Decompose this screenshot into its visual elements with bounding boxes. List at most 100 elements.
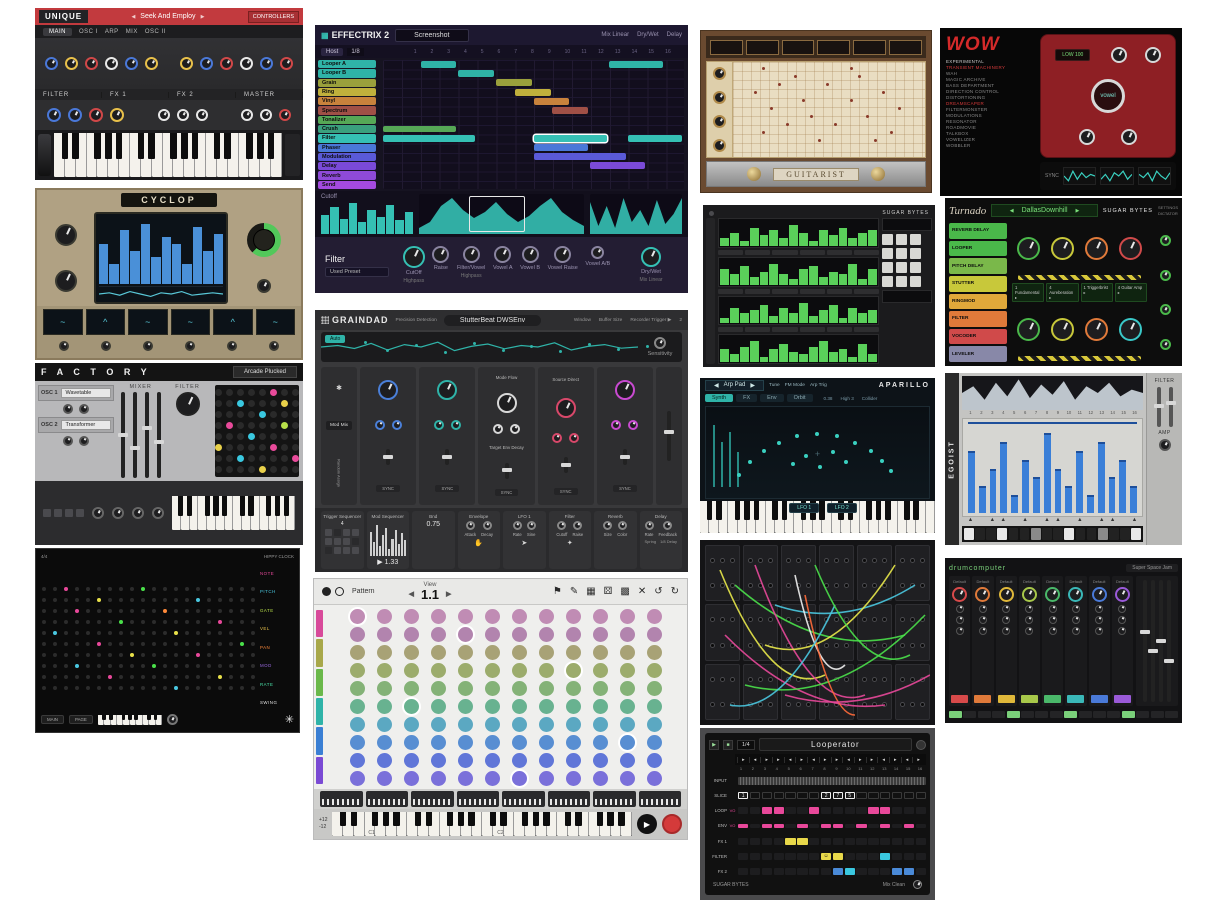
sequence-circle[interactable] [566, 627, 581, 642]
matrix-cell[interactable] [248, 422, 255, 429]
clock-dot[interactable] [97, 631, 101, 635]
sequence-circle[interactable] [458, 753, 473, 768]
step-led[interactable] [1079, 711, 1092, 718]
sequence-circle[interactable] [431, 663, 446, 678]
step-led[interactable] [1165, 711, 1178, 718]
effect-row[interactable]: Delay [318, 162, 376, 170]
jack[interactable] [900, 702, 905, 707]
clock-dot[interactable] [251, 620, 255, 624]
sequence-circle[interactable] [593, 663, 608, 678]
step-led[interactable] [992, 711, 1005, 718]
knob[interactable] [45, 57, 58, 70]
effect-slot[interactable]: LEVELER [949, 346, 1007, 362]
jack[interactable] [796, 583, 801, 588]
sequence-circle[interactable] [431, 717, 446, 732]
lane-3[interactable] [718, 296, 879, 326]
clock-dot[interactable] [196, 653, 200, 657]
effect-row[interactable]: Vinyl [318, 97, 376, 105]
jack[interactable] [758, 558, 763, 563]
jack[interactable] [844, 558, 849, 563]
lane-buttons[interactable] [718, 327, 879, 332]
sequence-circle[interactable] [647, 663, 662, 678]
wobble-display[interactable]: ~ [256, 309, 296, 335]
matrix-cell[interactable] [248, 455, 255, 462]
lane-tab[interactable] [316, 610, 323, 637]
filter-cell[interactable] [880, 853, 890, 860]
clock-dot[interactable] [130, 642, 134, 646]
sequence-circle[interactable] [377, 609, 392, 624]
clock-dot[interactable] [163, 587, 167, 591]
clock-dot[interactable] [108, 675, 112, 679]
clock-dot[interactable] [251, 686, 255, 690]
lane-buttons[interactable] [718, 250, 879, 255]
fx2-cell[interactable] [904, 868, 914, 875]
slice-cell[interactable] [880, 792, 890, 799]
column-slider[interactable] [445, 449, 449, 465]
clock-dot[interactable] [53, 686, 57, 690]
sequence-bar[interactable] [628, 135, 683, 142]
clock-dot[interactable] [130, 598, 134, 602]
sequence-circle[interactable] [647, 735, 662, 750]
sequence-circle[interactable] [593, 735, 608, 750]
slice-cell[interactable] [785, 792, 795, 799]
sequence-circle[interactable] [350, 609, 365, 624]
piano-key-black[interactable] [754, 501, 760, 520]
knob[interactable] [713, 91, 726, 104]
clock-dot[interactable] [152, 642, 156, 646]
lane-label[interactable]: GATE [260, 608, 294, 613]
knob[interactable] [618, 521, 627, 530]
wobble-display[interactable]: ^ [86, 309, 126, 335]
sequence-circle[interactable] [404, 627, 419, 642]
clock-dot[interactable] [97, 598, 101, 602]
env-cell[interactable] [821, 824, 831, 828]
toolbar-icon[interactable]: ▦ [586, 586, 595, 597]
clock-dot[interactable] [218, 653, 222, 657]
env-cell[interactable] [774, 824, 784, 828]
control-box[interactable] [853, 40, 886, 55]
clock-dot[interactable] [108, 587, 112, 591]
knob[interactable] [713, 115, 726, 128]
clock-dot[interactable] [42, 664, 46, 668]
matrix-cell[interactable] [292, 389, 299, 396]
sequence-circle[interactable] [404, 753, 419, 768]
knob[interactable] [1119, 318, 1142, 341]
clock-dot[interactable] [75, 675, 79, 679]
matrix-cell[interactable] [259, 433, 266, 440]
modular-module[interactable] [743, 604, 778, 660]
small-knob[interactable] [1118, 627, 1126, 635]
piano-key-black[interactable] [205, 496, 210, 516]
clock-dot[interactable] [75, 653, 79, 657]
clock-dot[interactable] [174, 598, 178, 602]
matrix-cell[interactable] [270, 455, 277, 462]
clock-dot[interactable] [240, 598, 244, 602]
sequence-circle[interactable] [350, 699, 365, 714]
drum-pad[interactable] [951, 695, 968, 703]
slice-cell[interactable]: 2 [821, 792, 831, 799]
jack[interactable] [872, 583, 877, 588]
preset-display[interactable]: StutterBeat DWSEnv [444, 315, 541, 326]
clock-dot[interactable] [119, 686, 123, 690]
clock-dot[interactable] [196, 587, 200, 591]
knob[interactable] [68, 108, 82, 122]
clock-dot[interactable] [196, 631, 200, 635]
piano-key-black[interactable] [340, 812, 346, 826]
slice-cell[interactable] [797, 792, 807, 799]
lane-tab[interactable] [316, 669, 323, 696]
clock-dot[interactable] [42, 598, 46, 602]
sequence-circle[interactable] [593, 753, 608, 768]
sequence-circle[interactable] [512, 735, 527, 750]
buffer-label[interactable]: Buffer Size [599, 318, 622, 323]
matrix-cell[interactable] [270, 466, 277, 473]
control-box[interactable] [710, 40, 743, 55]
matrix-cell[interactable] [226, 433, 233, 440]
prev-view-arrow[interactable]: ◀ [409, 591, 414, 598]
knob[interactable] [158, 109, 170, 121]
jack[interactable] [786, 617, 791, 622]
clock-dot[interactable] [174, 642, 178, 646]
piano-key-black[interactable] [458, 812, 464, 826]
clock-dot[interactable] [119, 587, 123, 591]
lane-label[interactable]: RATE [260, 682, 294, 687]
clock-dot[interactable] [64, 653, 68, 657]
clock-dot[interactable] [207, 631, 211, 635]
matrix-cell[interactable] [270, 400, 277, 407]
